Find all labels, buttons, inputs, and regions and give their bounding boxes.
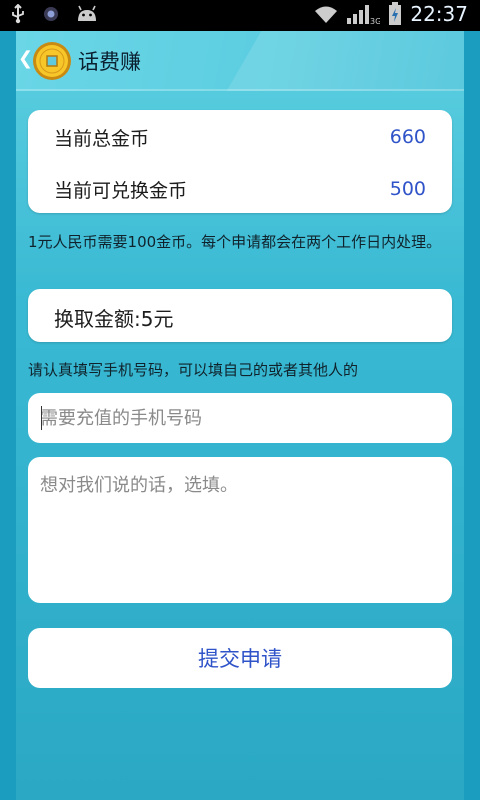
total-coins-label: 当前总金币	[54, 127, 150, 150]
exchangeable-coins-label: 当前可兑换金币	[54, 179, 188, 202]
exchangeable-coins-value: 500	[389, 178, 426, 200]
header-shine	[209, 31, 464, 91]
network-type: 3G	[370, 17, 380, 25]
exchange-rate-note: 1元人民币需要100金币。每个申请都会在两个工作日内处理。	[28, 233, 442, 251]
status-bar: 3G 22:37	[0, 0, 480, 31]
status-clock: 22:37	[410, 2, 468, 26]
wifi-icon	[315, 6, 338, 23]
camera-icon	[44, 7, 58, 21]
usb-icon	[12, 4, 24, 24]
coin-summary-card: 当前总金币 660 当前可兑换金币 500	[28, 110, 452, 213]
exchange-amount-selector[interactable]: 换取金额:5元	[28, 289, 452, 342]
back-chevron-icon[interactable]: ❮	[18, 49, 33, 69]
total-coins-row: 当前总金币 660	[54, 122, 426, 152]
app-title: 话费赚	[78, 50, 141, 74]
exchange-amount-text: 换取金额:5元	[54, 307, 174, 331]
text-caret	[41, 406, 42, 430]
battery-icon	[389, 2, 402, 25]
message-textarea[interactable]	[28, 457, 452, 603]
total-coins-value: 660	[389, 126, 426, 148]
exchangeable-coins-row: 当前可兑换金币 500	[54, 174, 426, 204]
signal-3g-icon: 3G	[347, 5, 380, 25]
coin-icon	[33, 42, 71, 80]
android-icon	[78, 5, 96, 21]
submit-button[interactable]: 提交申请	[28, 628, 452, 688]
phone-instruction-note: 请认真填写手机号码，可以填自己的或者其他人的	[28, 361, 359, 379]
header-bar[interactable]: ❮ 话费赚	[16, 31, 464, 91]
phone-number-input[interactable]	[28, 393, 452, 443]
